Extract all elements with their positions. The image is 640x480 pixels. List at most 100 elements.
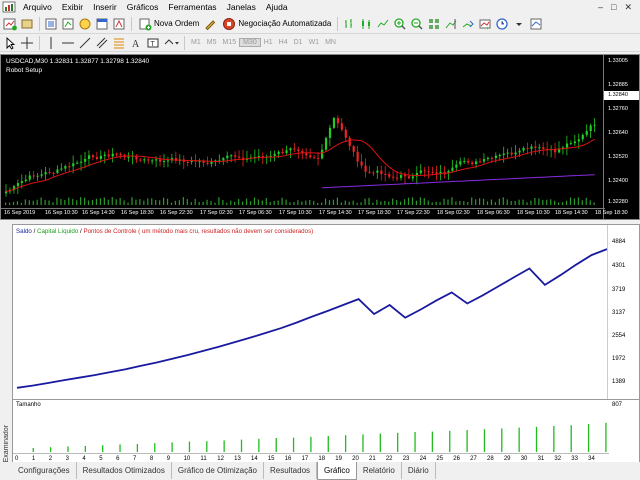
trendline-icon[interactable] <box>77 35 93 51</box>
volume-bar <box>451 197 453 205</box>
tab-settings[interactable]: Configurações <box>12 462 77 479</box>
zoom-out-icon[interactable] <box>409 16 425 32</box>
close-icon[interactable]: ✕ <box>624 2 632 13</box>
candle-body <box>565 143 569 148</box>
volume-bar <box>328 200 331 205</box>
candle-body <box>368 171 371 173</box>
volume-bar <box>218 197 220 205</box>
balance-graph[interactable]: Saldo / Capital Líquido / Pontos de Cont… <box>12 224 640 466</box>
channel-icon[interactable] <box>94 35 110 51</box>
chart-shift-icon[interactable] <box>443 16 459 32</box>
new-chart-icon[interactable] <box>2 16 18 32</box>
auto-trading-button[interactable]: Negociação Automatizada <box>219 17 334 31</box>
metaeditor-icon[interactable] <box>202 16 218 32</box>
candlestick-icon[interactable] <box>358 16 374 32</box>
zoom-in-icon[interactable] <box>392 16 408 32</box>
cursor-icon[interactable] <box>2 35 18 51</box>
market-watch-icon[interactable] <box>43 16 59 32</box>
volume-bar <box>348 201 350 205</box>
volume-bar <box>411 197 414 205</box>
time-label: 16 Sep 14:30 <box>82 210 115 216</box>
tab-optimization-graph[interactable]: Gráfico de Otimização <box>172 462 264 479</box>
candle-body <box>151 160 154 162</box>
tab-optimization-results[interactable]: Resultados Otimizados <box>77 462 172 479</box>
candle-body <box>36 175 39 177</box>
timeframe-w1[interactable]: W1 <box>306 39 323 46</box>
time-label: 18 Sep 06:30 <box>477 210 510 216</box>
candle-body <box>384 173 387 175</box>
menu-charts[interactable]: Gráficos <box>122 0 164 14</box>
timeframe-m1[interactable]: M1 <box>188 39 204 46</box>
volume-bar <box>87 200 90 205</box>
periods-icon[interactable] <box>494 16 510 32</box>
timeframe-h1[interactable]: H1 <box>261 39 276 46</box>
menu-insert[interactable]: Inserir <box>88 0 122 14</box>
tester-icon[interactable] <box>111 16 127 32</box>
terminal-icon[interactable] <box>94 16 110 32</box>
data-window-icon[interactable] <box>60 16 76 32</box>
size-bar <box>431 431 434 452</box>
autoscroll-icon[interactable] <box>460 16 476 32</box>
text-label-icon[interactable]: T <box>145 35 161 51</box>
candlestick-plot[interactable] <box>1 55 603 207</box>
indicators-icon[interactable]: + <box>477 16 493 32</box>
svg-text:T: T <box>151 41 156 48</box>
volume-bar <box>64 200 66 205</box>
timeframe-h4[interactable]: H4 <box>276 39 291 46</box>
volume-bar <box>20 202 22 205</box>
templates-icon[interactable] <box>528 16 544 32</box>
crosshair-icon[interactable] <box>19 35 35 51</box>
tab-results[interactable]: Resultados <box>264 462 318 479</box>
arrows-icon[interactable] <box>162 35 180 51</box>
candle-body <box>498 154 501 156</box>
candle-body <box>593 124 596 126</box>
volume-bar <box>313 201 315 205</box>
tester-side-tab[interactable]: Examinador <box>0 222 12 466</box>
dropdown-arrow-icon[interactable] <box>511 16 527 32</box>
menu-file[interactable]: Arquivo <box>18 0 57 14</box>
profiles-icon[interactable] <box>19 16 35 32</box>
volume-bar <box>186 199 188 205</box>
timeframe-d1[interactable]: D1 <box>291 39 306 46</box>
candle-body <box>475 161 478 165</box>
volume-bar <box>155 199 157 205</box>
line-chart-icon[interactable] <box>375 16 391 32</box>
fibonacci-icon[interactable] <box>111 35 127 51</box>
volume-bar <box>285 199 287 205</box>
text-tool-icon[interactable]: A <box>128 35 144 51</box>
candle-body <box>163 161 166 163</box>
timeframe-m15[interactable]: M15 <box>219 39 239 46</box>
candle-body <box>506 152 509 154</box>
volume-bar <box>222 199 224 205</box>
time-label: 17 Sep 14:30 <box>319 210 352 216</box>
volume-bar <box>80 197 82 205</box>
timeframe-m5[interactable]: M5 <box>204 39 220 46</box>
menu-help[interactable]: Ajuda <box>261 0 293 14</box>
tab-report[interactable]: Relatório <box>357 462 402 479</box>
legend-equity: Capital Líquido <box>37 228 79 235</box>
candle-body <box>293 148 296 150</box>
tab-graph[interactable]: Gráfico <box>317 462 357 480</box>
candle-body <box>230 155 233 157</box>
horizontal-line-icon[interactable] <box>60 35 76 51</box>
timeframe-m30[interactable]: M30 <box>239 38 261 47</box>
price-chart[interactable]: USDCAD,M30 1.32831 1.32877 1.32798 1.328… <box>0 54 640 220</box>
menu-tools[interactable]: Ferramentas <box>163 0 221 14</box>
menu-view[interactable]: Exibir <box>57 0 88 14</box>
size-bar <box>501 428 503 452</box>
vertical-line-icon[interactable] <box>43 35 59 51</box>
new-order-button[interactable]: Nova Ordem <box>135 17 202 31</box>
minimize-icon[interactable]: – <box>598 2 603 13</box>
bar-chart-icon[interactable] <box>341 16 357 32</box>
tab-journal[interactable]: Diário <box>402 462 436 479</box>
timeframe-mn[interactable]: MN <box>322 39 339 46</box>
maximize-icon[interactable]: □ <box>611 2 616 13</box>
tile-windows-icon[interactable] <box>426 16 442 32</box>
volume-bar <box>530 200 532 205</box>
menu-window[interactable]: Janelas <box>222 0 261 14</box>
price-scale[interactable]: 1.33005 1.32885 1.32840 1.32760 1.32640 … <box>603 55 639 219</box>
volume-bar <box>182 197 184 205</box>
navigator-icon[interactable] <box>77 16 93 32</box>
candle-body <box>72 163 75 167</box>
candle-body <box>490 157 494 159</box>
